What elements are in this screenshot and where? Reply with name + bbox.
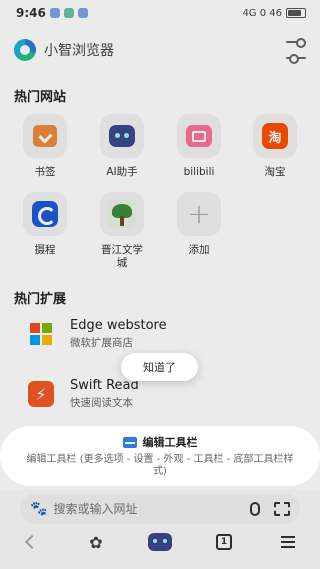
notification-icon (77, 8, 88, 18)
robot-icon (109, 125, 135, 147)
site-taobao[interactable]: 淘 淘宝 (240, 114, 310, 179)
status-right: 4G 0 46 (242, 8, 306, 19)
bookmark-icon (33, 125, 57, 147)
site-label: bilibili (183, 166, 215, 178)
hot-sites-title: 热门网站 (14, 90, 67, 105)
swift-read-icon: ⚡ (28, 381, 54, 407)
extension-name: Edge webstore (70, 318, 167, 333)
browser-header: 小智浏览器 (0, 34, 320, 66)
taobao-icon: 淘 (262, 123, 288, 149)
extension-desc: 微软扩展商店 (70, 337, 133, 349)
status-bar: 9:46 4G 0 46 (0, 0, 320, 26)
status-time: 9:46 (16, 6, 46, 20)
extension-desc: 快速阅读文本 (70, 397, 133, 409)
tab-count: 1 (216, 534, 232, 550)
robot-icon (148, 533, 172, 551)
site-label: AI助手 (106, 166, 138, 178)
hot-extensions-title: 热门扩展 (14, 292, 67, 307)
microsoft-icon (28, 321, 54, 347)
scan-icon[interactable] (274, 502, 290, 516)
site-label: 淘宝 (264, 166, 286, 178)
puzzle-icon: ✿ (89, 532, 103, 552)
bottom-nav: ✿ 1 (0, 528, 320, 556)
site-label: 书签 (34, 166, 56, 178)
notification-icon (49, 8, 60, 18)
signal-text: 4G 0 46 (242, 7, 282, 19)
microphone-icon[interactable] (250, 502, 260, 516)
ctrip-icon (32, 201, 58, 227)
site-add[interactable]: + 添加 (164, 192, 234, 257)
site-label: 添加 (188, 244, 210, 256)
ai-assistant-button[interactable] (140, 528, 180, 556)
search-bar[interactable]: 🐾 (20, 494, 300, 524)
battery-icon (286, 8, 306, 18)
site-label: 晋江文学城 (101, 244, 143, 269)
site-bookmarks[interactable]: 书签 (10, 114, 80, 179)
extension-name: Swift Read (70, 378, 139, 393)
tooltip-title: 编辑工具栏 (142, 436, 198, 449)
got-it-button[interactable]: 知道了 (121, 353, 198, 381)
extension-swift-read[interactable]: ⚡ Swift Read 快速阅读文本 (0, 378, 320, 410)
extension-edge-webstore[interactable]: Edge webstore 微软扩展商店 (0, 318, 320, 350)
back-button[interactable] (12, 528, 52, 556)
extensions-button[interactable]: ✿ (76, 528, 116, 556)
baidu-paw-icon: 🐾 (30, 501, 48, 517)
site-bilibili[interactable]: bilibili (164, 114, 234, 179)
search-input[interactable] (53, 502, 250, 516)
site-ctrip[interactable]: 摄程 (10, 192, 80, 257)
tabs-button[interactable]: 1 (204, 528, 244, 556)
back-icon (24, 534, 40, 550)
menu-button[interactable] (268, 528, 308, 556)
tooltip-desc: 编辑工具栏 (更多选项 - 设置 - 外观 - 工具栏 - 底部工具栏样式) (26, 454, 294, 477)
settings-sliders-icon[interactable] (286, 38, 306, 64)
toolbar-guide-tooltip: 编辑工具栏 编辑工具栏 (更多选项 - 设置 - 外观 - 工具栏 - 底部工具… (0, 426, 320, 486)
menu-icon (281, 536, 295, 548)
plus-icon: + (187, 197, 211, 230)
site-jjwxc[interactable]: 晋江文学城 (87, 192, 157, 270)
toolbar-icon (122, 436, 137, 448)
site-label: 摄程 (34, 244, 56, 256)
status-left: 9:46 (16, 6, 88, 20)
jjwxc-icon (108, 200, 136, 228)
site-ai-assistant[interactable]: AI助手 (87, 114, 157, 179)
bilibili-icon (186, 125, 212, 147)
browser-logo-icon (14, 39, 36, 61)
app-title: 小智浏览器 (44, 43, 114, 59)
notification-icon (63, 8, 74, 18)
